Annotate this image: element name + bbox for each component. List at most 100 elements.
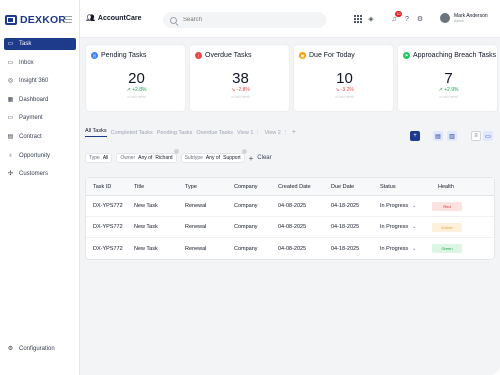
- cell-company: Company: [234, 203, 258, 209]
- kpi-card-pending[interactable]: ◷ Pending Tasks 20 ↗ +2.8% vs last week: [85, 44, 186, 112]
- cell-type: Renewal: [185, 224, 207, 230]
- chevron-down-icon: ⌄: [412, 224, 417, 230]
- column-header[interactable]: Created Date: [278, 184, 331, 190]
- tab-all-tasks[interactable]: All Tasks: [85, 128, 107, 137]
- card-title: Pending Tasks: [101, 52, 147, 59]
- card-title: Due For Today: [309, 52, 355, 59]
- status-select[interactable]: In Progress ⌄: [380, 203, 432, 209]
- help-icon[interactable]: ?: [403, 15, 411, 23]
- dashboard-icon: ▦: [7, 96, 14, 103]
- card-subtitle: vs last week: [438, 95, 459, 99]
- card-delta: ↗ +2.8%: [126, 87, 147, 93]
- user-menu[interactable]: Mark Anderson Admin: [440, 13, 488, 23]
- filter-type[interactable]: Type All: [85, 153, 113, 163]
- alert-icon: !: [195, 52, 202, 59]
- gear-icon[interactable]: ⚙: [416, 15, 424, 23]
- remove-filter-icon[interactable]: [241, 149, 247, 154]
- search-input[interactable]: [183, 17, 313, 23]
- sidebar-item-payment[interactable]: ▭ Payment: [4, 112, 76, 124]
- sidebar-item-customers[interactable]: ✣ Customers: [4, 168, 76, 180]
- cell-due-date: 04-18-2025: [331, 245, 360, 252]
- status-select[interactable]: In Progress ⌄: [380, 224, 432, 230]
- filter-owner[interactable]: Owner Any of Richard: [116, 149, 179, 163]
- brand: DEXKOR: [5, 14, 66, 26]
- status-select[interactable]: In Progress ⌄: [380, 246, 432, 252]
- notification-bell-icon[interactable]: ♫︎ 10: [390, 11, 402, 23]
- card-header: ! Overdue Tasks: [195, 51, 252, 60]
- list-view-icon[interactable]: ≡: [471, 131, 481, 141]
- card-subtitle: vs last week: [334, 95, 355, 99]
- menu-collapse-icon[interactable]: [64, 16, 72, 23]
- card-view-icon[interactable]: ▭: [483, 131, 493, 141]
- cell-created-date: 04-08-2025: [278, 203, 307, 209]
- tab-completed-tasks[interactable]: Completed Tasks: [111, 130, 153, 136]
- tab-overdue-tasks[interactable]: Overdue Tasks: [196, 130, 233, 136]
- tab-pending-tasks[interactable]: Pending Tasks: [157, 130, 193, 136]
- notification-badge: 10: [395, 11, 402, 17]
- sidebar-item-opportunity[interactable]: ♁ Opportunity: [4, 150, 76, 162]
- filter-subtype[interactable]: Subtype Any of Support: [180, 149, 247, 163]
- column-header[interactable]: Due Date: [331, 184, 380, 190]
- remove-filter-icon[interactable]: [173, 149, 179, 154]
- apps-grid-icon[interactable]: [354, 15, 362, 23]
- layers-icon[interactable]: ◈: [367, 15, 375, 23]
- card-header: ▣ Due For Today: [299, 51, 355, 60]
- cell-task-id: DX-YPS772: [93, 245, 123, 252]
- cell-task-id: DX-YPS772: [93, 224, 123, 230]
- cell-company: Company: [234, 224, 258, 230]
- tab-view-2[interactable]: View 2 ⋮: [264, 130, 287, 136]
- column-header[interactable]: Health: [432, 184, 484, 190]
- filter-value: Support: [223, 155, 241, 161]
- add-filter-button[interactable]: +: [249, 154, 254, 163]
- sidebar-item-insight-360[interactable]: ◎ Insight 360: [4, 75, 76, 87]
- filter-operator: Any of: [205, 155, 221, 161]
- sidebar-item-task[interactable]: ▭ Task: [4, 38, 76, 50]
- sidebar: DEXKOR ▭ Task ▭ Inbox ◎ Insight 360 ▦ Da…: [0, 0, 80, 375]
- sidebar-item-dashboard[interactable]: ▦ Dashboard: [4, 94, 76, 106]
- sidebar-item-contract[interactable]: ▤ Contract: [4, 131, 76, 143]
- column-header[interactable]: Title: [134, 184, 185, 190]
- sidebar-item-label: Contract: [19, 133, 42, 140]
- table-header: Task ID Title Type Company Created Date …: [86, 178, 494, 196]
- sidebar-item-label: Customers: [19, 171, 49, 178]
- column-header[interactable]: Status: [380, 184, 432, 190]
- cell-task-id: DX-YPS772: [93, 203, 123, 209]
- table-row[interactable]: DX-YPS772 New Task Renewal Company 04-08…: [86, 217, 494, 238]
- card-delta: ↗ +2.9%: [438, 87, 459, 93]
- cell-health: Green: [432, 244, 484, 253]
- card-value: 7: [444, 70, 453, 87]
- table-row[interactable]: DX-YPS772 New Task Renewal Company 04-08…: [86, 238, 494, 259]
- column-header[interactable]: Task ID: [86, 184, 134, 190]
- clear-filters-button[interactable]: Clear: [257, 155, 271, 161]
- add-task-button[interactable]: +: [410, 131, 420, 141]
- sidebar-item-label: Inbox: [19, 59, 34, 66]
- avatar: [440, 13, 450, 23]
- sidebar-item-configuration[interactable]: ⚙ Configuration: [7, 345, 55, 352]
- column-header[interactable]: Type: [185, 184, 234, 190]
- tasks-table: Task ID Title Type Company Created Date …: [85, 177, 495, 260]
- cell-type: Renewal: [185, 245, 207, 252]
- card-delta: ↘ -3.2%: [335, 87, 354, 93]
- card-subtitle: vs last week: [230, 95, 251, 99]
- column-header[interactable]: Company: [234, 184, 278, 190]
- import-icon[interactable]: ▤: [433, 131, 443, 141]
- card-header: ⚑ Approaching Breach Tasks: [403, 51, 496, 60]
- insight-icon: ◎: [7, 78, 14, 85]
- tab-view-1[interactable]: View 1 ⋮: [237, 130, 260, 136]
- add-view-button[interactable]: +: [292, 129, 296, 136]
- app-title: 👥︎ AccountCare: [86, 14, 141, 23]
- kpi-card-due-today[interactable]: ▣ Due For Today 10 ↘ -3.2% vs last week: [293, 44, 394, 112]
- kpi-card-approaching-breach[interactable]: ⚑ Approaching Breach Tasks 7 ↗ +2.9% vs …: [397, 44, 498, 112]
- export-icon[interactable]: ▥: [447, 131, 457, 141]
- health-badge: Red: [432, 201, 462, 211]
- search-bar[interactable]: [163, 12, 326, 28]
- inbox-icon: ▭: [7, 59, 14, 66]
- kpi-card-overdue[interactable]: ! Overdue Tasks 38 ↘ -2.8% vs last week: [189, 44, 290, 112]
- table-row[interactable]: DX-YPS772 New Task Renewal Company 04-08…: [86, 196, 494, 217]
- cell-title: New Task: [134, 224, 158, 230]
- sidebar-item-inbox[interactable]: ▭ Inbox: [4, 57, 76, 69]
- chevron-down-icon: ⌄: [412, 203, 417, 209]
- opportunity-icon: ♁: [8, 152, 13, 159]
- cell-due-date: 04-18-2025: [331, 203, 360, 209]
- users-icon: 👥︎: [86, 15, 95, 22]
